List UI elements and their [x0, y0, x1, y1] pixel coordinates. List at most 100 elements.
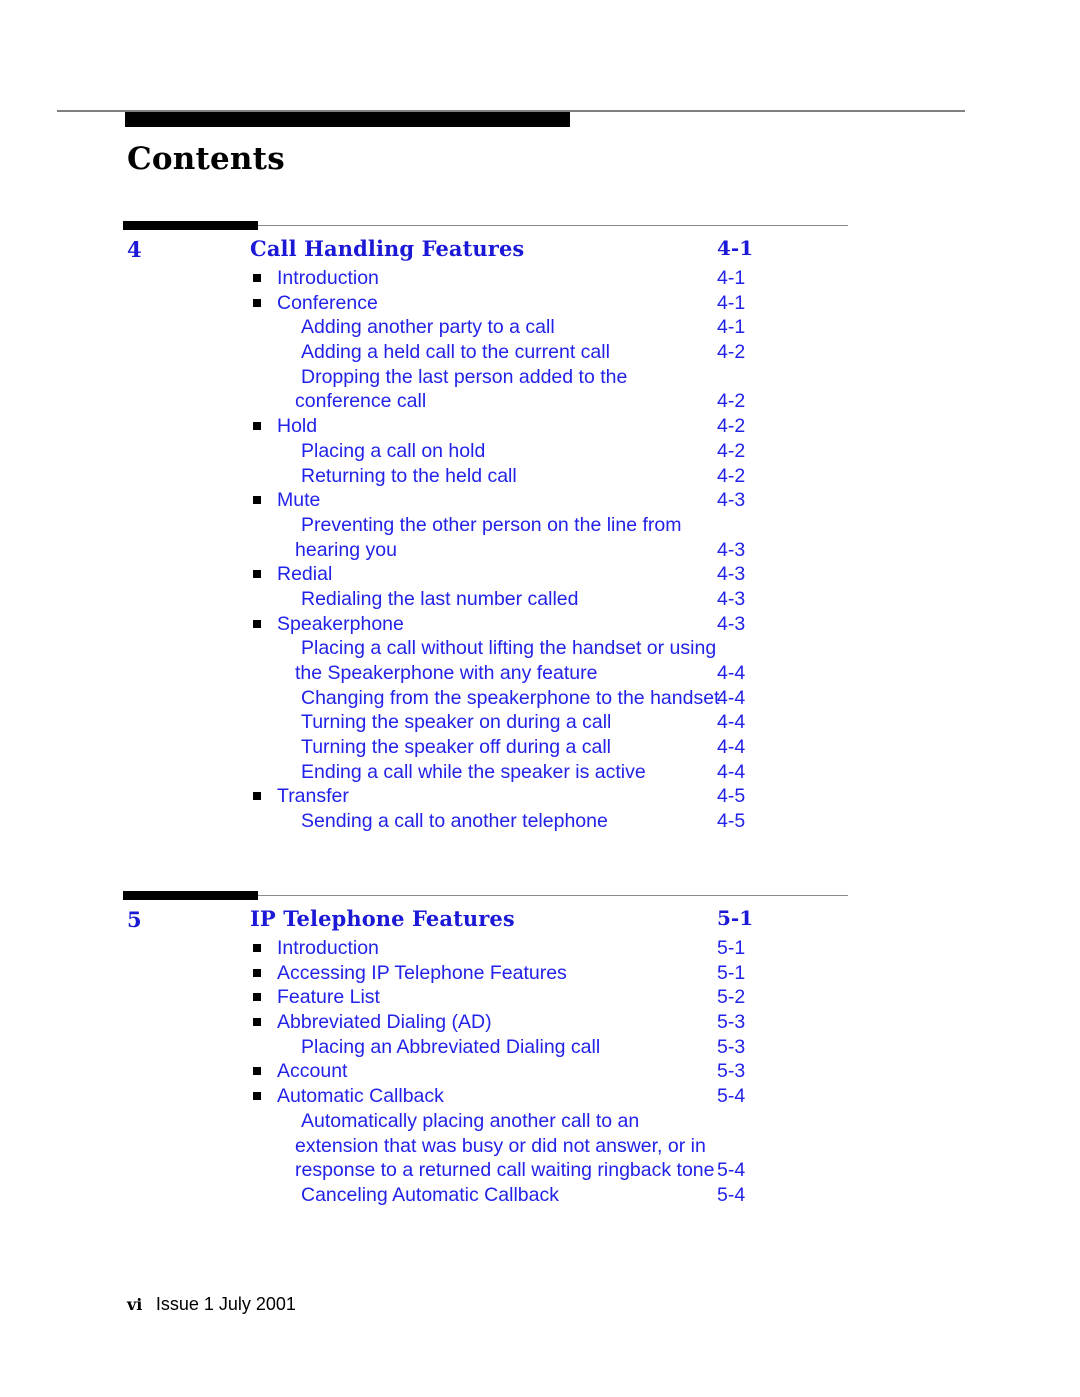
chapter-page-number[interactable]: 4-1 — [717, 236, 753, 260]
toc-entry-page-number[interactable]: 4-3 — [717, 538, 745, 563]
toc-entry-page-number[interactable]: 4-3 — [717, 587, 745, 612]
toc-entry-label[interactable]: Turning the speaker off during a call — [301, 735, 1080, 760]
toc-entry-label[interactable]: Transfer — [277, 784, 1080, 809]
square-bullet-icon — [253, 1067, 261, 1076]
toc-entry-page-number[interactable]: 4-2 — [717, 340, 745, 365]
toc-entry[interactable]: Placing a call on hold 4-2 — [0, 439, 1080, 464]
toc-entry-page-number[interactable]: 5-3 — [717, 1059, 745, 1084]
chapter-heading[interactable]: 5 IP Telephone Features 5-1 — [0, 900, 1080, 936]
toc-entry[interactable]: Redialing the last number called 4-3 — [0, 587, 1080, 612]
toc-entry-page-number[interactable]: 4-4 — [717, 710, 745, 735]
square-bullet-icon — [253, 298, 261, 307]
toc-entry[interactable]: Adding a held call to the current call 4-… — [0, 340, 1080, 365]
toc-entry-label[interactable]: Speakerphone — [277, 612, 1080, 637]
toc-entry-label[interactable]: Abbreviated Dialing (AD) — [277, 1010, 1080, 1035]
toc-entry-label[interactable]: Automatically placing another call to an… — [295, 1109, 1080, 1183]
header-black-tab — [125, 112, 570, 127]
toc-entry-page-number[interactable]: 4-5 — [717, 784, 745, 809]
toc-entry[interactable]: Hold 4-2 — [0, 414, 1080, 439]
square-bullet-icon — [253, 968, 261, 977]
chapter-title-link[interactable]: IP Telephone Features — [250, 906, 515, 931]
toc-entry-label[interactable]: Feature List — [277, 985, 1080, 1010]
toc-entry[interactable]: Accessing IP Telephone Features 5-1 — [0, 961, 1080, 986]
toc-entry-page-number[interactable]: 5-2 — [717, 985, 745, 1010]
toc-entry[interactable]: Account 5-3 — [0, 1059, 1080, 1084]
toc-entry[interactable]: Placing a call without lifting the hands… — [0, 636, 1080, 685]
toc-entry-page-number[interactable]: 4-4 — [717, 686, 745, 711]
toc-entry-label[interactable]: Adding another party to a call — [301, 315, 1080, 340]
toc-entry-page-number[interactable]: 5-4 — [717, 1183, 745, 1208]
toc-entry-page-number[interactable]: 4-1 — [717, 291, 745, 316]
toc-entry-label[interactable]: Ending a call while the speaker is activ… — [301, 760, 1080, 785]
toc-entry-label[interactable]: Accessing IP Telephone Features — [277, 961, 1080, 986]
toc-entry-label[interactable]: Introduction — [277, 936, 1080, 961]
toc-entry[interactable]: Changing from the speakerphone to the ha… — [0, 686, 1080, 711]
toc-entry[interactable]: Redial 4-3 — [0, 562, 1080, 587]
toc-entry[interactable]: Returning to the held call 4-2 — [0, 464, 1080, 489]
toc-entry[interactable]: Mute 4-3 — [0, 488, 1080, 513]
toc-entry-label[interactable]: Account — [277, 1059, 1080, 1084]
toc-entry-label[interactable]: Adding a held call to the current call — [301, 340, 1080, 365]
toc-entry-page-number[interactable]: 4-5 — [717, 809, 745, 834]
toc-entry-label[interactable]: Returning to the held call — [301, 464, 1080, 489]
toc-entry-label[interactable]: Placing a call without lifting the hands… — [295, 636, 1080, 685]
toc-entry[interactable]: Abbreviated Dialing (AD) 5-3 — [0, 1010, 1080, 1035]
toc-entry[interactable]: Dropping the last person added to the co… — [0, 365, 1080, 414]
toc-entry-page-number[interactable]: 4-2 — [717, 389, 745, 414]
toc-entry-label[interactable]: Mute — [277, 488, 1080, 513]
toc-entry-label[interactable]: Hold — [277, 414, 1080, 439]
toc-entry-label[interactable]: Introduction — [277, 266, 1080, 291]
toc-entry-page-number[interactable]: 4-1 — [717, 266, 745, 291]
toc-entry[interactable]: Feature List 5-2 — [0, 985, 1080, 1010]
toc-entry-label[interactable]: Turning the speaker on during a call — [301, 710, 1080, 735]
toc-entry[interactable]: Automatically placing another call to an… — [0, 1109, 1080, 1183]
square-bullet-icon — [253, 1092, 261, 1101]
chapter-title-link[interactable]: Call Handling Features — [250, 236, 524, 261]
toc-entry-label[interactable]: Sending a call to another telephone — [301, 809, 1080, 834]
toc-entry-page-number[interactable]: 4-4 — [717, 760, 745, 785]
toc-entry-page-number[interactable]: 4-2 — [717, 439, 745, 464]
toc-entry[interactable]: Canceling Automatic Callback 5-4 — [0, 1183, 1080, 1208]
toc-entry[interactable]: Turning the speaker off during a call 4-4 — [0, 735, 1080, 760]
footer-folio: vi — [127, 1295, 143, 1314]
toc-entry-label[interactable]: Preventing the other person on the line … — [295, 513, 1080, 562]
chapter-heading[interactable]: 4 Call Handling Features 4-1 — [0, 230, 1080, 266]
toc-entry[interactable]: Transfer 4-5 — [0, 784, 1080, 809]
toc-entry-label[interactable]: Automatic Callback — [277, 1084, 1080, 1109]
square-bullet-icon — [253, 496, 261, 505]
toc-entry[interactable]: Adding another party to a call 4-1 — [0, 315, 1080, 340]
toc-entry[interactable]: Conference 4-1 — [0, 291, 1080, 316]
toc-entry[interactable]: Speakerphone 4-3 — [0, 612, 1080, 637]
toc-entry[interactable]: Preventing the other person on the line … — [0, 513, 1080, 562]
toc-entry-page-number[interactable]: 4-3 — [717, 488, 745, 513]
toc-entry[interactable]: Automatic Callback 5-4 — [0, 1084, 1080, 1109]
toc-entry-page-number[interactable]: 4-4 — [717, 661, 745, 686]
toc-entry-label[interactable]: Redialing the last number called — [301, 587, 1080, 612]
toc-entry[interactable]: Placing an Abbreviated Dialing call 5-3 — [0, 1035, 1080, 1060]
toc-entry-page-number[interactable]: 4-2 — [717, 464, 745, 489]
toc-entry-label[interactable]: Placing a call on hold — [301, 439, 1080, 464]
toc-entry-page-number[interactable]: 5-4 — [717, 1158, 745, 1183]
toc-entry-page-number[interactable]: 5-1 — [717, 936, 745, 961]
toc-entry-label[interactable]: Canceling Automatic Callback — [301, 1183, 1080, 1208]
toc-entry-page-number[interactable]: 4-4 — [717, 735, 745, 760]
toc-entry-page-number[interactable]: 5-4 — [717, 1084, 745, 1109]
toc-entry-label[interactable]: Redial — [277, 562, 1080, 587]
toc-entry[interactable]: Sending a call to another telephone 4-5 — [0, 809, 1080, 834]
toc-entry-page-number[interactable]: 4-1 — [717, 315, 745, 340]
toc-entry[interactable]: Turning the speaker on during a call 4-4 — [0, 710, 1080, 735]
toc-entry-page-number[interactable]: 5-1 — [717, 961, 745, 986]
toc-entry-label[interactable]: Changing from the speakerphone to the ha… — [301, 686, 1080, 711]
toc-entry-page-number[interactable]: 4-3 — [717, 562, 745, 587]
toc-entry[interactable]: Introduction 5-1 — [0, 936, 1080, 961]
toc-entry-page-number[interactable]: 4-3 — [717, 612, 745, 637]
toc-entry[interactable]: Ending a call while the speaker is activ… — [0, 760, 1080, 785]
toc-entry-label[interactable]: Placing an Abbreviated Dialing call — [301, 1035, 1080, 1060]
toc-entry-page-number[interactable]: 4-2 — [717, 414, 745, 439]
chapter-page-number[interactable]: 5-1 — [717, 906, 753, 930]
toc-entry-label[interactable]: Dropping the last person added to the co… — [295, 365, 1080, 414]
toc-entry-page-number[interactable]: 5-3 — [717, 1035, 745, 1060]
toc-entry[interactable]: Introduction 4-1 — [0, 266, 1080, 291]
toc-entry-page-number[interactable]: 5-3 — [717, 1010, 745, 1035]
toc-entry-label[interactable]: Conference — [277, 291, 1080, 316]
